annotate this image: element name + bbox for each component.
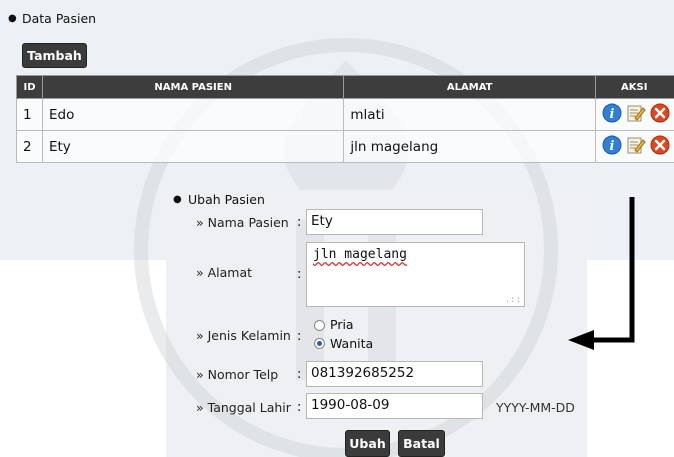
annotation-arrow <box>568 197 635 350</box>
